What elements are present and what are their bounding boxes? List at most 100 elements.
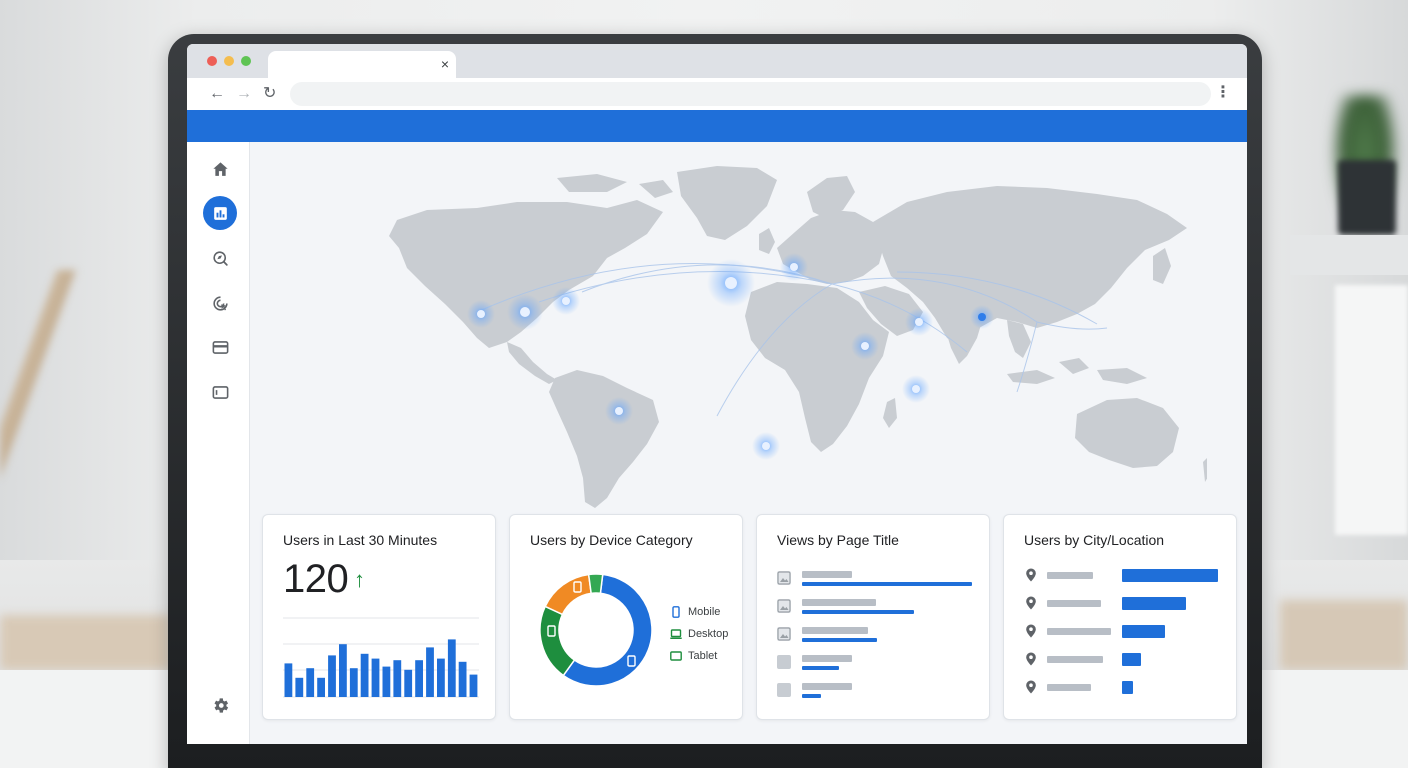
chart-bar[interactable] [393,660,402,697]
hotspot-japan [970,305,994,329]
chart-bar[interactable] [295,677,304,697]
forward-icon[interactable]: → [236,85,252,103]
background-easel [0,270,90,530]
legend-item-desktop[interactable]: Desktop [670,623,728,645]
analytics-app: Users in Last 30 Minutes 120 ↑ Users by … [187,142,1247,744]
donut-segment-tablet[interactable] [544,573,592,616]
chart-bar[interactable] [284,663,293,697]
legend-item-mobile[interactable]: Mobile [670,601,728,623]
page-title-placeholder [802,683,852,690]
city-users-bar[interactable] [1122,653,1142,666]
laptop-screen: × ← → ↻ ⋮ Users in Last 30 Minutes 120 ↑… [187,44,1247,744]
hotspot-north-america-central [507,294,543,330]
chart-bar[interactable] [469,674,478,697]
hotspot-southern-africa [752,432,780,460]
city-name-placeholder [1047,572,1093,579]
background-desk-left [0,615,170,670]
city-users-bar[interactable] [1122,625,1166,638]
card-title: Users in Last 30 Minutes [283,532,438,548]
reload-icon[interactable]: ↻ [263,85,276,103]
chart-bar[interactable] [382,666,391,697]
chart-bar[interactable] [404,669,413,697]
donut-segment-desktop[interactable] [539,605,576,677]
home-icon[interactable] [203,152,237,186]
page-title-placeholder [802,571,852,578]
chart-bar[interactable] [426,647,434,697]
legend-label: Mobile [688,606,721,618]
gear-icon[interactable] [203,688,237,722]
hotspot-eastern-europe [780,253,808,281]
chart-bar[interactable] [328,655,336,697]
city-users-bar[interactable] [1122,681,1133,694]
page-title-placeholder [802,655,852,662]
hotspot-south-america [605,397,633,425]
blank-icon [777,655,791,669]
browser-tab-bar: × [187,44,1247,78]
hotspot-north-america-west [467,300,495,328]
city-name-placeholder [1047,656,1103,663]
chart-bar[interactable] [415,660,423,697]
background-binder [1335,285,1408,535]
page-views-bar[interactable] [802,694,821,698]
location-pin-icon [1025,624,1037,638]
realtime-bar-chart [283,617,479,698]
browser-menu-icon[interactable]: ⋮ [1215,84,1231,102]
image-icon [777,571,791,585]
advertising-icon[interactable] [203,286,237,320]
browser-tab[interactable]: × [268,51,456,78]
chart-bar[interactable] [447,639,456,697]
page-views-bar[interactable] [802,582,972,586]
bar-chart-icon[interactable] [203,196,237,230]
legend-label: Desktop [688,628,729,640]
hotspot-india [851,332,879,360]
page-views-bar[interactable] [802,666,840,670]
sidebar [187,142,250,744]
list-icon[interactable] [203,375,237,409]
credit-card-icon[interactable] [203,330,237,364]
maximize-window-button[interactable] [241,56,251,66]
city-name-placeholder [1047,684,1091,691]
card-title: Users by Device Category [530,532,693,548]
address-bar[interactable] [290,82,1211,106]
chart-bar[interactable] [371,658,380,697]
hotspot-north-america-east [552,287,580,315]
chart-bar[interactable] [306,668,315,697]
device-donut-chart [539,573,653,687]
donut-segment-other[interactable] [587,573,604,595]
hotspot-southeast-asia [902,375,930,403]
card-title: Users by City/Location [1024,532,1165,548]
land-masses [389,166,1207,508]
world-map [389,166,1207,508]
legend-item-tablet[interactable]: Tablet [670,645,728,667]
close-window-button[interactable] [207,56,217,66]
legend-label: Tablet [688,650,718,662]
browser-toolbar: ← → ↻ ⋮ [187,78,1247,110]
tab-close-icon[interactable]: × [441,56,449,72]
city-users-bar[interactable] [1122,569,1218,582]
chart-bar[interactable] [317,677,325,697]
chart-bar[interactable] [339,644,347,697]
chart-bar[interactable] [349,668,358,697]
city-name-placeholder [1047,600,1101,607]
chart-bar[interactable] [360,653,369,697]
page-views-bar[interactable] [802,610,915,614]
back-icon[interactable]: ← [209,85,225,103]
minimize-window-button[interactable] [224,56,234,66]
location-pin-icon [1025,652,1037,666]
city-name-placeholder [1047,628,1111,635]
location-pin-icon [1025,596,1037,610]
trend-up-icon: ↑ [354,567,365,592]
chart-bar[interactable] [437,658,445,697]
page-title-placeholder [802,627,868,634]
chart-bar[interactable] [458,661,467,697]
city-users-bar[interactable] [1122,597,1187,610]
explore-icon[interactable] [203,241,237,275]
window-controls [207,56,251,66]
card-views-by-page-title: Views by Page Title [756,514,990,720]
active-users-count: 120 [283,557,349,601]
card-title: Views by Page Title [777,532,899,548]
page-views-bar[interactable] [802,638,877,642]
hotspot-china [905,308,933,336]
card-users-by-device: Users by Device Category Mobile Desktop … [509,514,743,720]
tablet-icon [670,651,682,661]
